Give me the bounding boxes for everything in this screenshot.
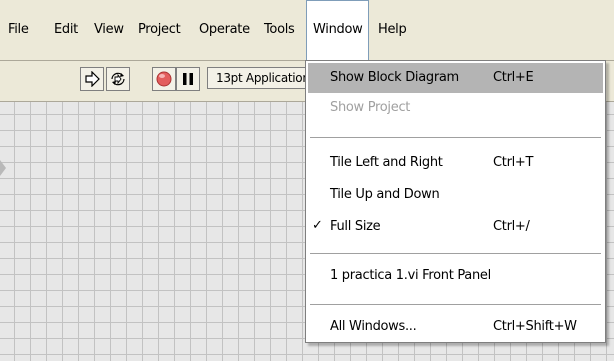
menu-tools[interactable]: Tools <box>258 0 301 60</box>
menu-help[interactable]: Help <box>372 0 412 60</box>
menu-item-full-size[interactable]: ✓ Full Size Ctrl+/ <box>308 212 603 242</box>
menu-separator <box>310 253 601 255</box>
menu-item-shortcut: Ctrl+Shift+W <box>493 319 577 334</box>
checkmark-icon: ✓ <box>312 218 323 233</box>
run-arrow-icon[interactable] <box>80 67 104 91</box>
menu-item-label: 1 practica 1.vi Front Panel <box>330 268 491 283</box>
panel-edge-marker <box>0 160 6 176</box>
menu-operate[interactable]: Operate <box>193 0 256 60</box>
menu-view[interactable]: View <box>88 0 130 60</box>
run-continuously-icon[interactable] <box>106 67 130 91</box>
menu-item-label: Full Size <box>330 219 381 234</box>
menu-item-front-panel-window[interactable]: 1 practica 1.vi Front Panel <box>308 261 603 291</box>
menu-item-show-project: Show Project <box>308 93 603 123</box>
window-dropdown-menu: Show Block Diagram Ctrl+E Show Project T… <box>305 60 606 343</box>
menu-separator <box>310 304 601 306</box>
pause-icon[interactable] <box>176 67 200 91</box>
menu-item-label: All Windows... <box>330 319 417 334</box>
menu-item-tile-up-down[interactable]: Tile Up and Down <box>308 180 603 210</box>
menu-item-shortcut: Ctrl+E <box>493 70 534 85</box>
menu-item-label: Show Project <box>330 100 411 115</box>
menu-separator <box>310 137 601 139</box>
menu-item-show-block-diagram[interactable]: Show Block Diagram Ctrl+E <box>308 63 603 93</box>
menu-item-label: Tile Up and Down <box>330 187 440 202</box>
menu-bar: File Edit View Project Operate Tools Win… <box>0 0 614 61</box>
menu-window[interactable]: Window <box>306 0 370 60</box>
menu-edit[interactable]: Edit <box>48 0 84 60</box>
menu-project[interactable]: Project <box>132 0 186 60</box>
abort-stop-icon[interactable] <box>152 67 176 91</box>
menu-item-tile-left-right[interactable]: Tile Left and Right Ctrl+T <box>308 148 603 178</box>
font-selector[interactable]: 13pt Application <box>207 67 317 89</box>
menu-item-shortcut: Ctrl+/ <box>493 219 530 234</box>
menu-file[interactable]: File <box>2 0 35 60</box>
menu-item-all-windows[interactable]: All Windows... Ctrl+Shift+W <box>308 312 603 342</box>
menu-item-label: Tile Left and Right <box>330 155 443 170</box>
menu-item-shortcut: Ctrl+T <box>493 155 534 170</box>
menu-item-label: Show Block Diagram <box>330 70 459 85</box>
